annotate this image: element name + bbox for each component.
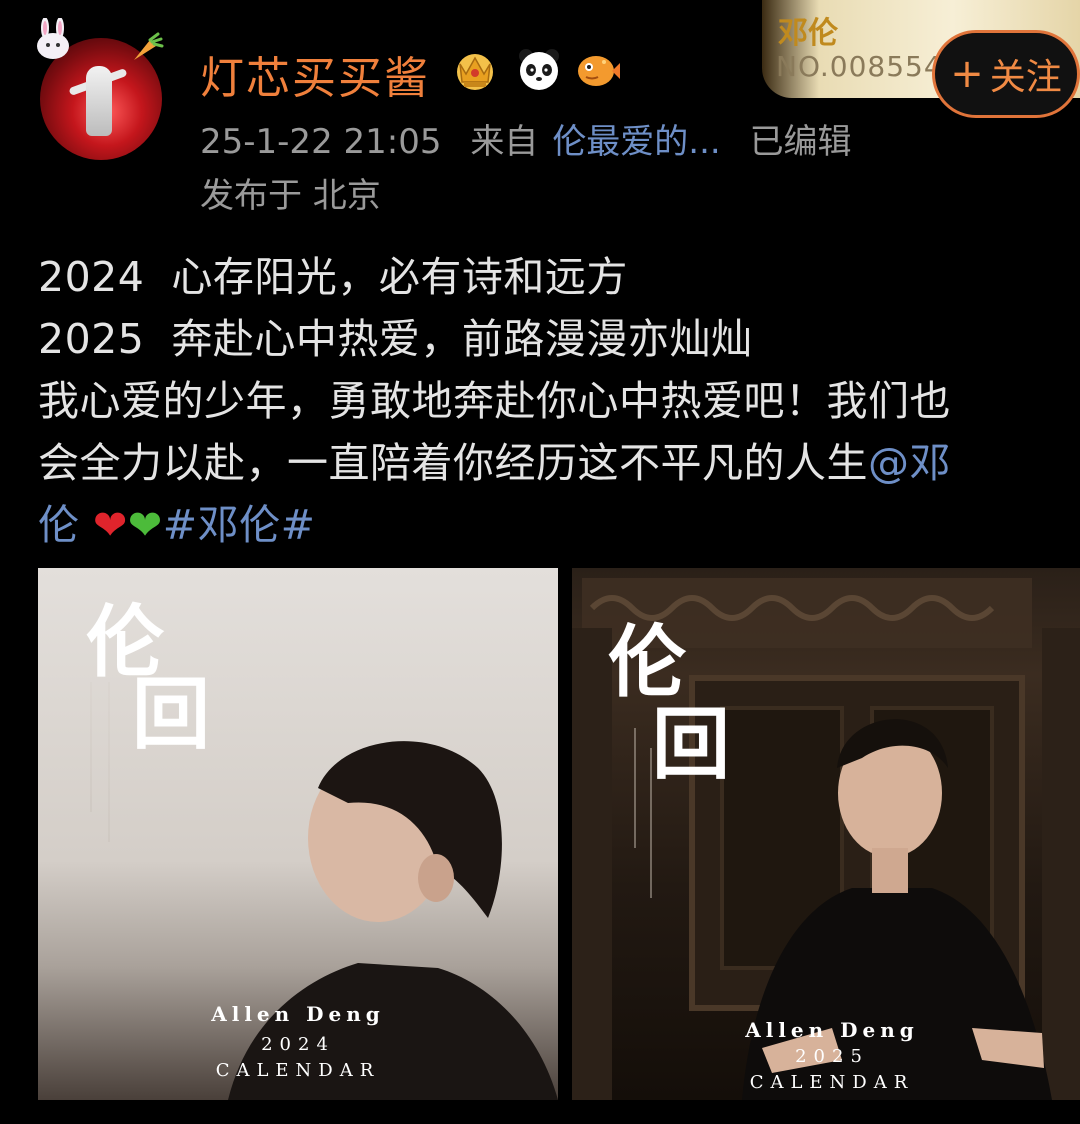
calendar-title-char-2: 回 [132,669,211,760]
post-line-3: 我心爱的少年，勇敢地奔赴你心中热爱吧！我们也 [38,377,951,425]
post-meta: 25-1-22 21:05 来自 伦最爱的... 已编辑 [200,114,852,163]
rabbit-pendant-icon [37,18,69,59]
calendar-title-char-1: 伦 [608,617,687,708]
mention-link[interactable]: @邓 [868,439,951,487]
calendar-name: Allen Deng [211,1002,385,1026]
post-body: 2024 心存阳光，必有诗和远方 2025 奔赴心中热爱，前路漫漫亦灿灿 我心爱… [38,246,1078,556]
calendar-word: CALENDAR [749,1072,915,1093]
carrot-pendant-icon [134,32,164,60]
post-image-2[interactable]: 伦 回 Allen Deng 2025 CALENDAR [572,568,1080,1100]
username[interactable]: 灯芯买买酱 [200,42,430,106]
follow-label: 关注 [989,57,1062,98]
panda-badge-icon [519,49,559,90]
post-line-1: 2024 心存阳光，必有诗和远方 [38,253,628,301]
vertical-caption-1 [90,682,92,812]
calendar-year: 2025 [795,1046,869,1067]
vertical-caption-2 [108,682,110,842]
fan-card-number: NO.008554 [776,50,943,83]
follow-button[interactable]: + 关注 [932,30,1080,118]
post-line-4: 会全力以赴，一直陪着你经历这不平凡的人生@邓 [38,432,1078,494]
hashtag-link[interactable]: #邓伦# [163,501,316,549]
post-location: 发布于 北京 [200,176,381,216]
post-line-4-text: 会全力以赴，一直陪着你经历这不平凡的人生 [38,439,868,487]
red-heart-icon: ❤ [93,501,128,549]
calendar-word: CALENDAR [215,1060,381,1081]
calendar-year: 2024 [261,1034,335,1055]
pufferfish-badge-icon [578,56,620,86]
crown-badge-icon [457,54,493,90]
vertical-caption-2 [650,748,652,898]
edited-label[interactable]: 已编辑 [750,122,852,162]
post-timestamp: 25-1-22 21:05 [200,122,442,162]
vertical-caption-1 [634,728,636,848]
calendar-title-char-2: 回 [652,699,731,790]
mention-link-tail[interactable]: 伦 [38,501,80,549]
source-prefix: 来自 [470,122,539,162]
post-line-2: 2025 奔赴心中热爱，前路漫漫亦灿灿 [38,315,753,363]
avatar[interactable] [30,18,170,168]
source-link[interactable]: 伦最爱的... [552,122,720,162]
plus-icon: + [950,51,984,97]
calendar-name: Allen Deng [745,1018,919,1042]
post-image-1[interactable]: 伦 回 Allen Deng 2024 CALENDAR [38,568,558,1100]
post-line-5: 伦 ❤❤#邓伦# [38,494,1078,556]
fan-card-name: 邓伦 [778,16,838,51]
green-heart-icon: ❤ [127,501,163,549]
